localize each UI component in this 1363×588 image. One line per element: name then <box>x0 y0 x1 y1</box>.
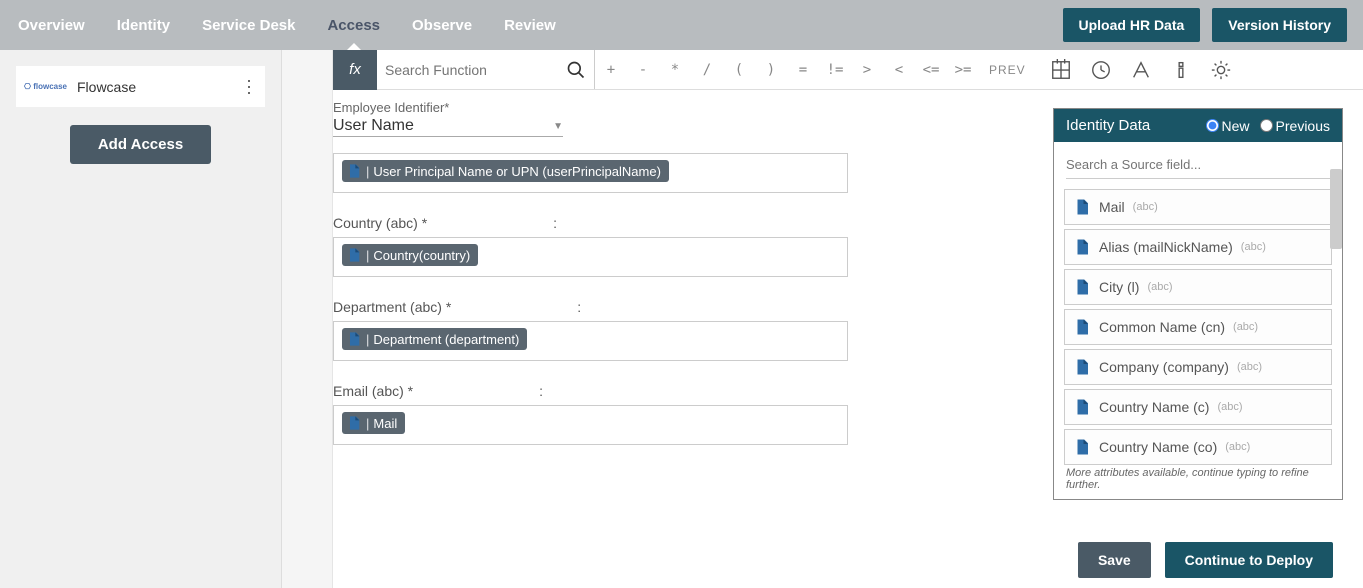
document-icon <box>1073 358 1091 376</box>
document-icon <box>1073 278 1091 296</box>
document-icon <box>346 163 362 179</box>
mapping-chip[interactable]: | Department (department) <box>342 328 527 350</box>
op-rparen[interactable]: ) <box>755 50 787 90</box>
tab-identity[interactable]: Identity <box>115 2 172 49</box>
chip-label: Country(country) <box>373 248 470 263</box>
tab-overview[interactable]: Overview <box>16 2 87 49</box>
source-field-list: Mail (abc) Alias (mailNickName) (abc) Ci… <box>1054 183 1342 465</box>
op-lparen[interactable]: ( <box>723 50 755 90</box>
sidebar-item-label: Flowcase <box>77 79 136 95</box>
document-icon <box>1073 438 1091 456</box>
info-icon[interactable] <box>1170 59 1192 81</box>
more-attributes-hint: More attributes available, continue typi… <box>1054 465 1342 499</box>
source-field-item[interactable]: City (l) (abc) <box>1064 269 1332 305</box>
tab-service-desk[interactable]: Service Desk <box>200 2 297 49</box>
chip-label: Department (department) <box>373 332 519 347</box>
text-icon[interactable] <box>1130 59 1152 81</box>
document-icon <box>346 331 362 347</box>
search-icon[interactable] <box>566 60 586 80</box>
employee-identifier-mapping[interactable]: | User Principal Name or UPN (userPrinci… <box>333 153 848 193</box>
op-minus[interactable]: - <box>627 50 659 90</box>
tab-observe[interactable]: Observe <box>410 2 474 49</box>
grid-icon[interactable] <box>1050 59 1072 81</box>
source-field-search-input[interactable] <box>1066 157 1330 172</box>
tab-access[interactable]: Access <box>325 2 382 49</box>
top-nav: Overview Identity Service Desk Access Ob… <box>0 0 1363 50</box>
mapping-chip[interactable]: | Mail <box>342 412 405 434</box>
country-mapping[interactable]: | Country(country) <box>333 237 848 277</box>
source-field-item[interactable]: Common Name (cn) (abc) <box>1064 309 1332 345</box>
radio-previous[interactable]: Previous <box>1260 118 1330 134</box>
department-mapping[interactable]: | Department (department) <box>333 321 848 361</box>
op-gte[interactable]: >= <box>947 50 979 90</box>
source-field-item[interactable]: Country Name (co) (abc) <box>1064 429 1332 465</box>
dropdown-value: User Name <box>333 117 414 135</box>
identity-data-panel: Identity Data New Previous <box>1053 108 1343 500</box>
op-lte[interactable]: <= <box>915 50 947 90</box>
flowcase-logo-icon: ⎔ flowcase <box>24 82 67 91</box>
clock-icon[interactable] <box>1090 59 1112 81</box>
tab-review[interactable]: Review <box>502 2 558 49</box>
op-multiply[interactable]: * <box>659 50 691 90</box>
document-icon <box>1073 238 1091 256</box>
nav-tabs: Overview Identity Service Desk Access Ob… <box>16 2 558 49</box>
panel-title: Identity Data <box>1066 117 1150 134</box>
upload-hr-data-button[interactable]: Upload HR Data <box>1063 8 1201 42</box>
radio-new[interactable]: New <box>1206 118 1250 134</box>
continue-deploy-button[interactable]: Continue to Deploy <box>1165 542 1333 578</box>
sidebar: ⎔ flowcase Flowcase ⋯ Add Access <box>0 50 282 588</box>
source-field-item[interactable]: Alias (mailNickName) (abc) <box>1064 229 1332 265</box>
kebab-menu-icon[interactable]: ⋯ <box>238 78 259 95</box>
document-icon <box>346 415 362 431</box>
version-history-button[interactable]: Version History <box>1212 8 1347 42</box>
search-function-input[interactable] <box>385 62 566 78</box>
email-mapping[interactable]: | Mail <box>333 405 848 445</box>
op-divide[interactable]: / <box>691 50 723 90</box>
employee-identifier-label: Employee Identifier* <box>333 100 848 115</box>
add-access-button[interactable]: Add Access <box>70 125 211 164</box>
gear-icon[interactable] <box>1210 59 1232 81</box>
email-label: Email (abc) * <box>333 383 413 399</box>
document-icon <box>1073 198 1091 216</box>
save-button[interactable]: Save <box>1078 542 1151 578</box>
scrollbar[interactable] <box>1330 169 1342 249</box>
op-eq[interactable]: = <box>787 50 819 90</box>
employee-identifier-dropdown[interactable]: User Name ▼ <box>333 117 563 137</box>
country-label: Country (abc) * <box>333 215 427 231</box>
chip-label: User Principal Name or UPN (userPrincipa… <box>373 164 661 179</box>
mapping-chip[interactable]: | Country(country) <box>342 244 478 266</box>
document-icon <box>346 247 362 263</box>
source-field-item[interactable]: Company (company) (abc) <box>1064 349 1332 385</box>
prev-button[interactable]: PREV <box>979 63 1036 77</box>
source-field-item[interactable]: Mail (abc) <box>1064 189 1332 225</box>
department-label: Department (abc) * <box>333 299 451 315</box>
formula-bar: fx + - * / ( ) = != > < <= >= PREV <box>333 50 1363 90</box>
chip-label: Mail <box>373 416 397 431</box>
sidebar-item-flowcase[interactable]: ⎔ flowcase Flowcase ⋯ <box>16 66 265 107</box>
main-panel: fx + - * / ( ) = != > < <= >= PREV <box>332 50 1363 588</box>
source-field-item[interactable]: Country Name (c) (abc) <box>1064 389 1332 425</box>
mapping-chip[interactable]: | User Principal Name or UPN (userPrinci… <box>342 160 669 182</box>
document-icon <box>1073 318 1091 336</box>
fx-label: fx <box>333 50 377 90</box>
op-neq[interactable]: != <box>819 50 851 90</box>
op-lt[interactable]: < <box>883 50 915 90</box>
op-gt[interactable]: > <box>851 50 883 90</box>
document-icon <box>1073 398 1091 416</box>
op-plus[interactable]: + <box>595 50 627 90</box>
chevron-down-icon: ▼ <box>553 121 563 132</box>
